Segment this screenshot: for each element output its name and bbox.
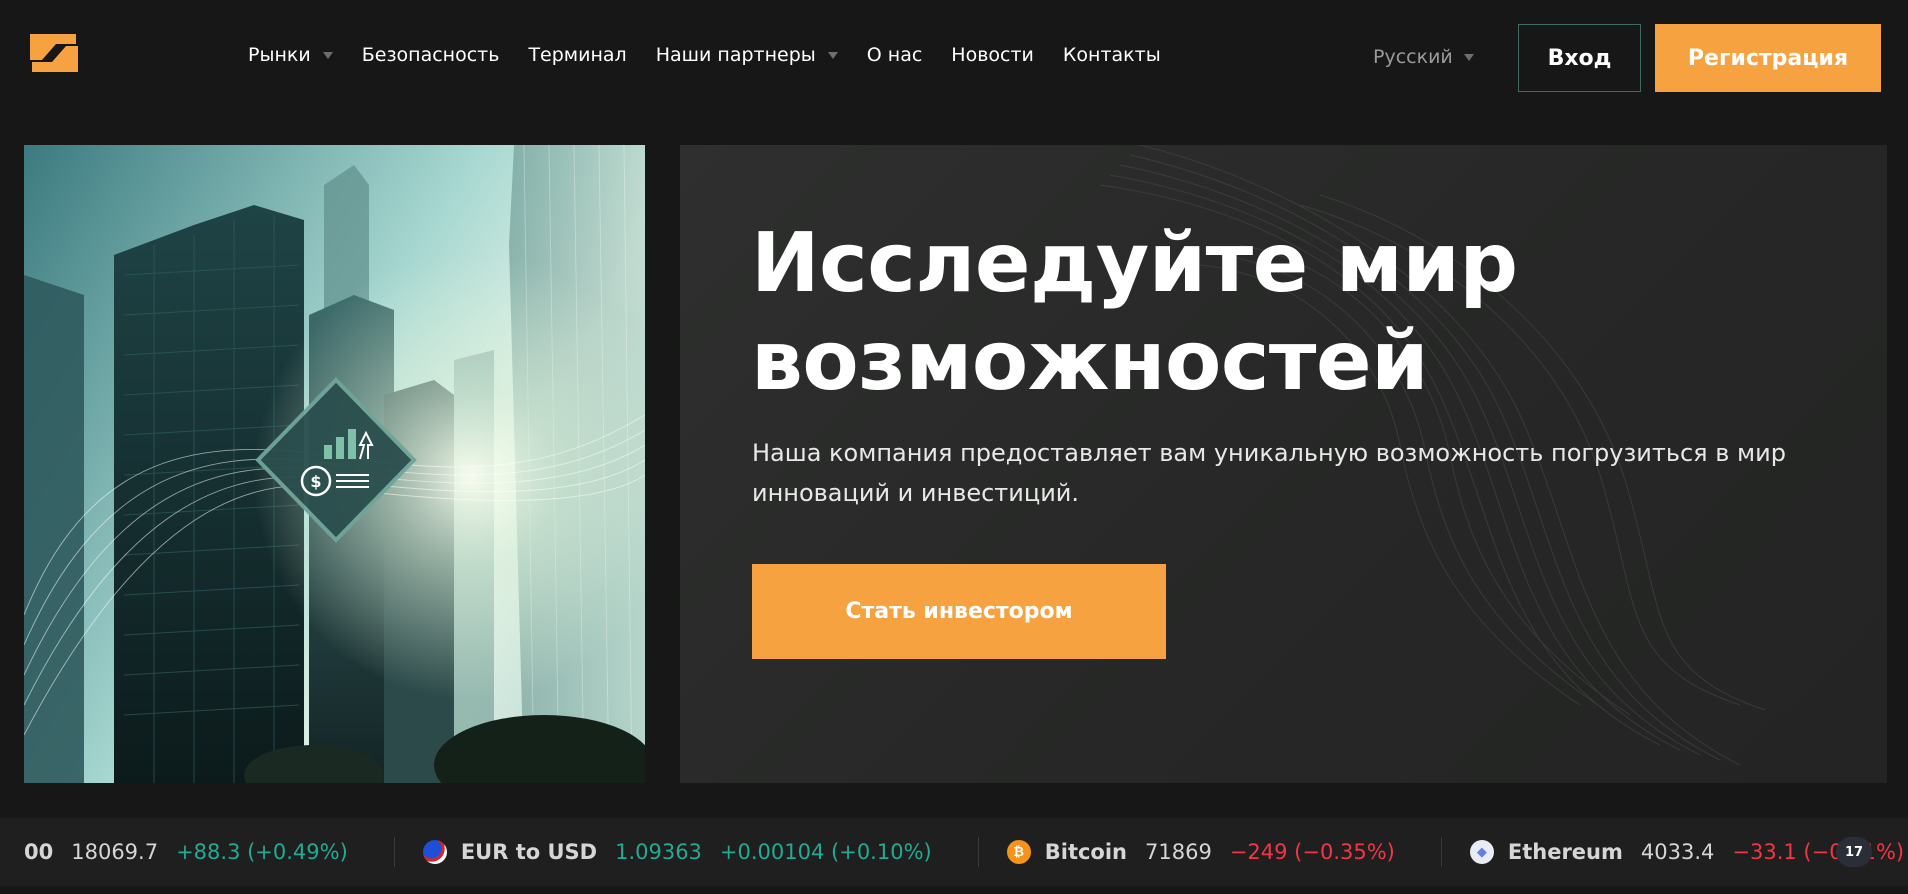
ticker-name: Ethereum	[1507, 840, 1623, 864]
ticker-divider	[977, 837, 979, 867]
nav-item-label: Безопасность	[361, 44, 500, 66]
ticker-price: 1.09363	[615, 840, 702, 864]
ticker-tape[interactable]: 00 18069.7 +88.3 (+0.49%) EUR to USD 1.0…	[0, 818, 1908, 886]
nav-item-contacts[interactable]: Контакты	[1063, 44, 1161, 66]
bitcoin-icon: ₿	[1006, 840, 1031, 864]
nav-item-label: Контакты	[1062, 44, 1161, 66]
ticker-price: 18069.7	[71, 840, 159, 864]
hero-title-line2: возможностей	[751, 314, 1429, 409]
nav-item-news[interactable]: Новости	[951, 44, 1034, 66]
hero-title: Исследуйте мир возможностей	[751, 215, 1651, 411]
hero-panel: Исследуйте мир возможностей Наша компани…	[680, 145, 1887, 783]
hero-subtitle: Наша компания предоставляет вам уникальн…	[752, 433, 1792, 513]
language-label: Русский	[1373, 46, 1453, 68]
ticker-name: EUR to USD	[460, 840, 598, 864]
hero-title-line1: Исследуйте мир	[751, 216, 1518, 311]
nav-item-terminal[interactable]: Терминал	[528, 44, 626, 66]
login-button[interactable]: Вход	[1518, 24, 1641, 92]
ticker-divider	[1440, 837, 1442, 867]
ticker-name: 00	[24, 840, 54, 864]
site-header: Рынки Безопасность Терминал Наши партнер…	[0, 0, 1908, 115]
ticker-change: +0.00104 (+0.10%)	[719, 840, 932, 864]
tradingview-logo-icon[interactable]: 17	[1836, 837, 1872, 867]
register-button[interactable]: Регистрация	[1655, 24, 1881, 92]
ticker-price: 4033.4	[1640, 840, 1715, 864]
ticker-change: +88.3 (+0.49%)	[176, 840, 348, 864]
nav-item-about[interactable]: О нас	[867, 44, 923, 66]
ticker-name: Bitcoin	[1044, 840, 1128, 864]
nav-item-label: Новости	[951, 44, 1034, 66]
hero-subtitle-line2: инноваций и инвестиций.	[752, 479, 1080, 507]
ethereum-icon: ◆	[1469, 840, 1494, 864]
ticker-item[interactable]: 00 18069.7 +88.3 (+0.49%)	[24, 840, 394, 864]
ticker-item[interactable]: ₿ Bitcoin 71869 −249 (−0.35%)	[1006, 840, 1441, 864]
eu-us-flag-icon	[422, 840, 447, 864]
language-selector[interactable]: Русский	[1373, 46, 1474, 68]
nav-item-label: Наши партнеры	[655, 44, 816, 66]
hero-image: $	[24, 145, 645, 783]
nav-item-label: Рынки	[248, 44, 311, 66]
nav-item-label: Терминал	[528, 44, 627, 66]
nav-item-security[interactable]: Безопасность	[362, 44, 500, 66]
chevron-down-icon	[322, 51, 333, 59]
chevron-down-icon	[1463, 53, 1474, 61]
ticker-divider	[393, 837, 395, 867]
nav-item-label: О нас	[866, 44, 923, 66]
become-investor-button[interactable]: Стать инвестором	[752, 564, 1166, 659]
ticker-item[interactable]: EUR to USD 1.09363 +0.00104 (+0.10%)	[422, 840, 978, 864]
svg-text:$: $	[310, 472, 321, 491]
ticker-change: −33.1 (−0.81%)	[1732, 840, 1905, 864]
chevron-down-icon	[827, 51, 838, 59]
logo-icon[interactable]	[28, 30, 80, 76]
hero-subtitle-line1: Наша компания предоставляет вам уникальн…	[752, 439, 1786, 467]
nav-item-partners[interactable]: Наши партнеры	[656, 44, 838, 66]
ticker-price: 71869	[1145, 840, 1212, 864]
main-nav: Рынки Безопасность Терминал Наши партнер…	[248, 44, 1190, 66]
nav-item-markets[interactable]: Рынки	[248, 44, 333, 66]
ticker-change: −249 (−0.35%)	[1229, 840, 1395, 864]
